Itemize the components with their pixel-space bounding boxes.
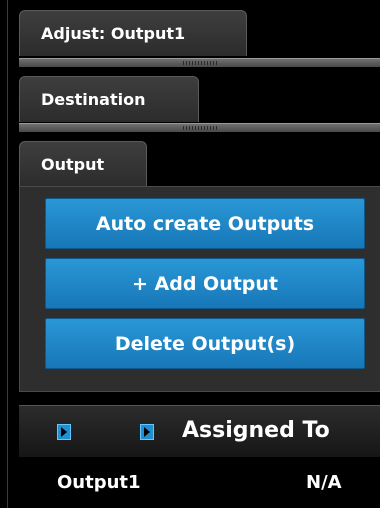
add-output-button[interactable]: + Add Output (45, 258, 365, 309)
adjust-panel: Adjust: Output1 Destination Output Auto … (7, 0, 380, 508)
tab-adjust[interactable]: Adjust: Output1 (19, 10, 247, 56)
grid-header: Assigned To (19, 405, 380, 457)
column-header-assigned-to[interactable]: Assigned To (182, 406, 330, 456)
play-icon[interactable] (57, 424, 71, 440)
splitter-grip-icon (183, 126, 219, 130)
auto-create-outputs-button[interactable]: Auto create Outputs (45, 198, 365, 249)
splitter-adjust[interactable] (19, 58, 380, 67)
splitter-grip-icon (183, 61, 219, 65)
delete-outputs-button[interactable]: Delete Output(s) (45, 318, 365, 369)
tab-destination[interactable]: Destination (19, 76, 199, 122)
output-name-cell: Output1 (57, 472, 141, 493)
table-row[interactable]: Output1 N/A (19, 457, 380, 508)
splitter-destination[interactable] (19, 123, 380, 132)
tab-output[interactable]: Output (19, 141, 147, 187)
assigned-to-cell: N/A (306, 472, 342, 493)
play-icon[interactable] (140, 424, 154, 440)
